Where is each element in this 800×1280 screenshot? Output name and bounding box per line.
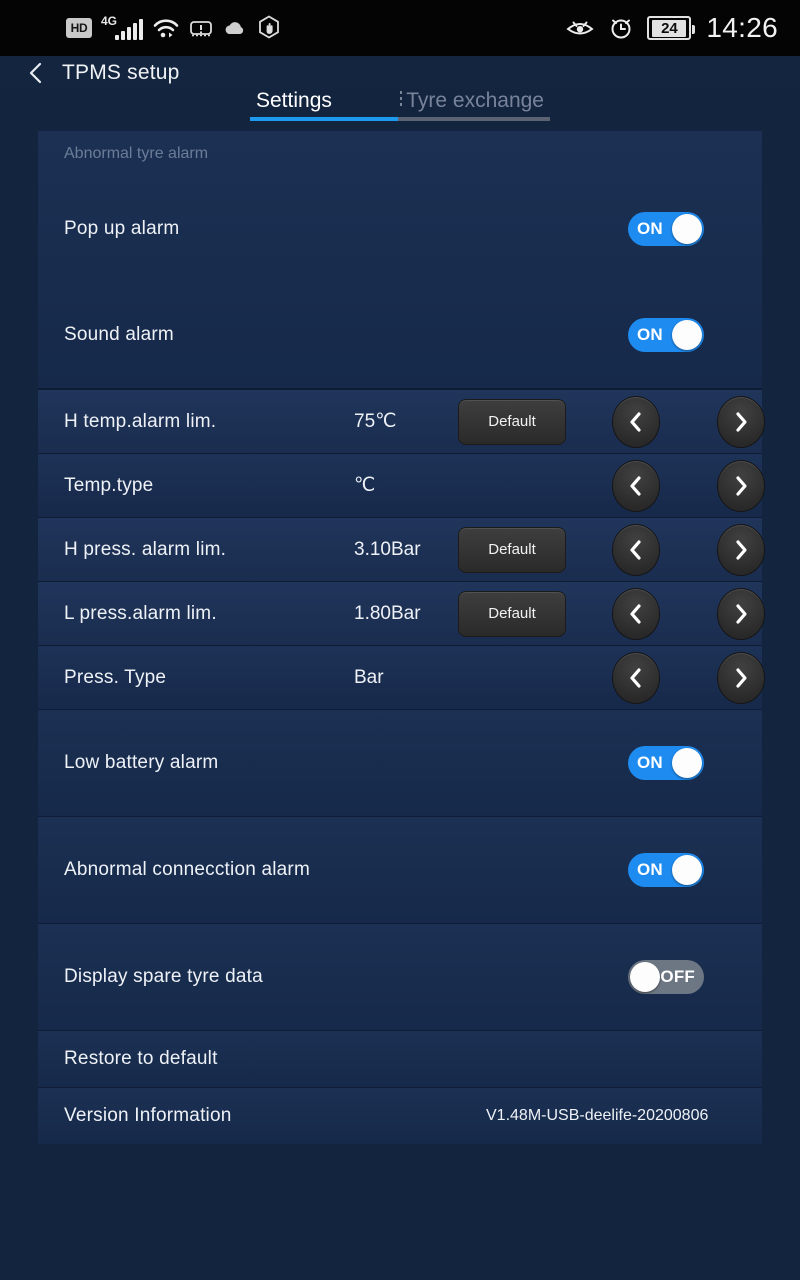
- tab-underline: [250, 117, 550, 121]
- toggle-knob: [672, 320, 702, 350]
- version-information-label: Version Information: [64, 1105, 232, 1126]
- default-button[interactable]: Default: [458, 526, 566, 573]
- toggle-pop-up-alarm[interactable]: ON: [628, 212, 704, 246]
- default-button[interactable]: Default: [458, 590, 566, 637]
- wifi-icon: [152, 16, 180, 40]
- row-version-information: Version Information V1.48M-USB-deelife-2…: [38, 1087, 762, 1144]
- row-label: Low battery alarm: [64, 752, 219, 773]
- toggle-knob: [630, 962, 660, 992]
- toggle-sound-alarm[interactable]: ON: [628, 318, 704, 352]
- row-h-press-alarm-lim: H press. alarm lim. 3.10Bar Default: [38, 517, 765, 581]
- toggle-display-spare-tyre-data[interactable]: OFF: [628, 960, 704, 994]
- row-value: 1.80Bar: [354, 602, 421, 624]
- row-low-battery-alarm[interactable]: Low battery alarm ON: [38, 710, 762, 816]
- section-abnormal-tyre-alarm: Abnormal tyre alarm Pop up alarm ON Soun…: [38, 131, 762, 388]
- chevron-right-icon[interactable]: [717, 395, 765, 448]
- status-bar-right-icons: 24 14:26: [565, 12, 778, 44]
- alarm-clock-icon: [608, 15, 634, 41]
- battery-icon: 24: [647, 16, 696, 40]
- row-sound-alarm[interactable]: Sound alarm ON: [38, 282, 762, 388]
- chevron-left-icon[interactable]: [612, 459, 660, 512]
- row-value: 75℃: [354, 411, 397, 432]
- chevron-left-icon[interactable]: [612, 587, 660, 640]
- tpms-warning-icon: [189, 16, 213, 40]
- status-bar-clock: 14:26: [706, 12, 778, 43]
- row-h-temp-alarm-lim: H temp.alarm lim. 75℃ Default: [38, 389, 765, 453]
- default-button-placeholder: [458, 463, 566, 509]
- page-title: TPMS setup: [62, 60, 180, 84]
- tpms-setup-screen: HD 4G 24 14:26 TPMS setup Settings Tyre …: [0, 0, 800, 1280]
- chevron-left-icon[interactable]: [612, 395, 660, 448]
- section-low-battery-alarm: Low battery alarm ON: [38, 709, 762, 816]
- row-pop-up-alarm[interactable]: Pop up alarm ON: [38, 176, 762, 282]
- toggle-knob: [672, 748, 702, 778]
- chevron-left-icon[interactable]: [612, 523, 660, 576]
- section-limits: H temp.alarm lim. 75℃ Default Temp.type …: [38, 388, 765, 709]
- row-l-press-alarm-lim: L press.alarm lim. 1.80Bar Default: [38, 581, 765, 645]
- signal-bars-icon: 4G: [101, 15, 143, 40]
- toggle-low-battery-alarm[interactable]: ON: [628, 746, 704, 780]
- row-value: Bar: [354, 666, 384, 688]
- hd-icon: HD: [66, 18, 92, 38]
- row-value: 3.10Bar: [354, 538, 421, 560]
- back-chevron-icon[interactable]: [26, 60, 46, 86]
- tab-bar: Settings Tyre exchange: [0, 89, 800, 131]
- default-button[interactable]: Default: [458, 398, 566, 445]
- eye-care-icon: [565, 16, 595, 40]
- chevron-right-icon[interactable]: [717, 651, 765, 704]
- toggle-knob: [672, 214, 702, 244]
- row-label: L press.alarm lim.: [64, 602, 217, 624]
- section-display-spare-tyre-data: Display spare tyre data OFF: [38, 923, 762, 1030]
- row-press-type: Press. Type Bar: [38, 645, 765, 709]
- chevron-right-icon[interactable]: [717, 587, 765, 640]
- hand-stop-icon: [257, 15, 281, 41]
- default-button-placeholder: [458, 655, 566, 701]
- row-label: H press. alarm lim.: [64, 538, 227, 560]
- toggle-abnormal-connection-alarm[interactable]: ON: [628, 853, 704, 887]
- cloud-icon: [222, 17, 248, 39]
- row-value: ℃: [354, 475, 376, 496]
- row-label: Temp.type: [64, 474, 154, 496]
- row-restore-to-default[interactable]: Restore to default: [38, 1030, 762, 1087]
- row-label: Pop up alarm: [64, 218, 180, 239]
- row-label: H temp.alarm lim.: [64, 410, 217, 432]
- restore-to-default-label: Restore to default: [64, 1048, 218, 1069]
- section-abnormal-connection-alarm: Abnormal connecction alarm ON: [38, 816, 762, 923]
- row-abnormal-connection-alarm[interactable]: Abnormal connecction alarm ON: [38, 817, 762, 923]
- settings-panel: Abnormal tyre alarm Pop up alarm ON Soun…: [38, 131, 765, 1144]
- row-display-spare-tyre-data[interactable]: Display spare tyre data OFF: [38, 924, 762, 1030]
- status-bar-left-icons: HD 4G: [66, 15, 281, 41]
- chevron-right-icon[interactable]: [717, 459, 765, 512]
- row-label: Abnormal connecction alarm: [64, 859, 310, 880]
- chevron-right-icon[interactable]: [717, 523, 765, 576]
- row-label: Display spare tyre data: [64, 966, 263, 987]
- row-label: Sound alarm: [64, 324, 174, 345]
- section-header-abnormal-tyre-alarm: Abnormal tyre alarm: [64, 144, 209, 162]
- row-temp-type: Temp.type ℃: [38, 453, 765, 517]
- toggle-knob: [672, 855, 702, 885]
- version-information-value: V1.48M-USB-deelife-20200806: [486, 1107, 709, 1124]
- row-label: Press. Type: [64, 666, 167, 688]
- tab-divider-icon: [400, 91, 402, 109]
- title-bar: TPMS setup: [0, 56, 800, 89]
- status-bar: HD 4G 24 14:26: [0, 0, 800, 56]
- chevron-left-icon[interactable]: [612, 651, 660, 704]
